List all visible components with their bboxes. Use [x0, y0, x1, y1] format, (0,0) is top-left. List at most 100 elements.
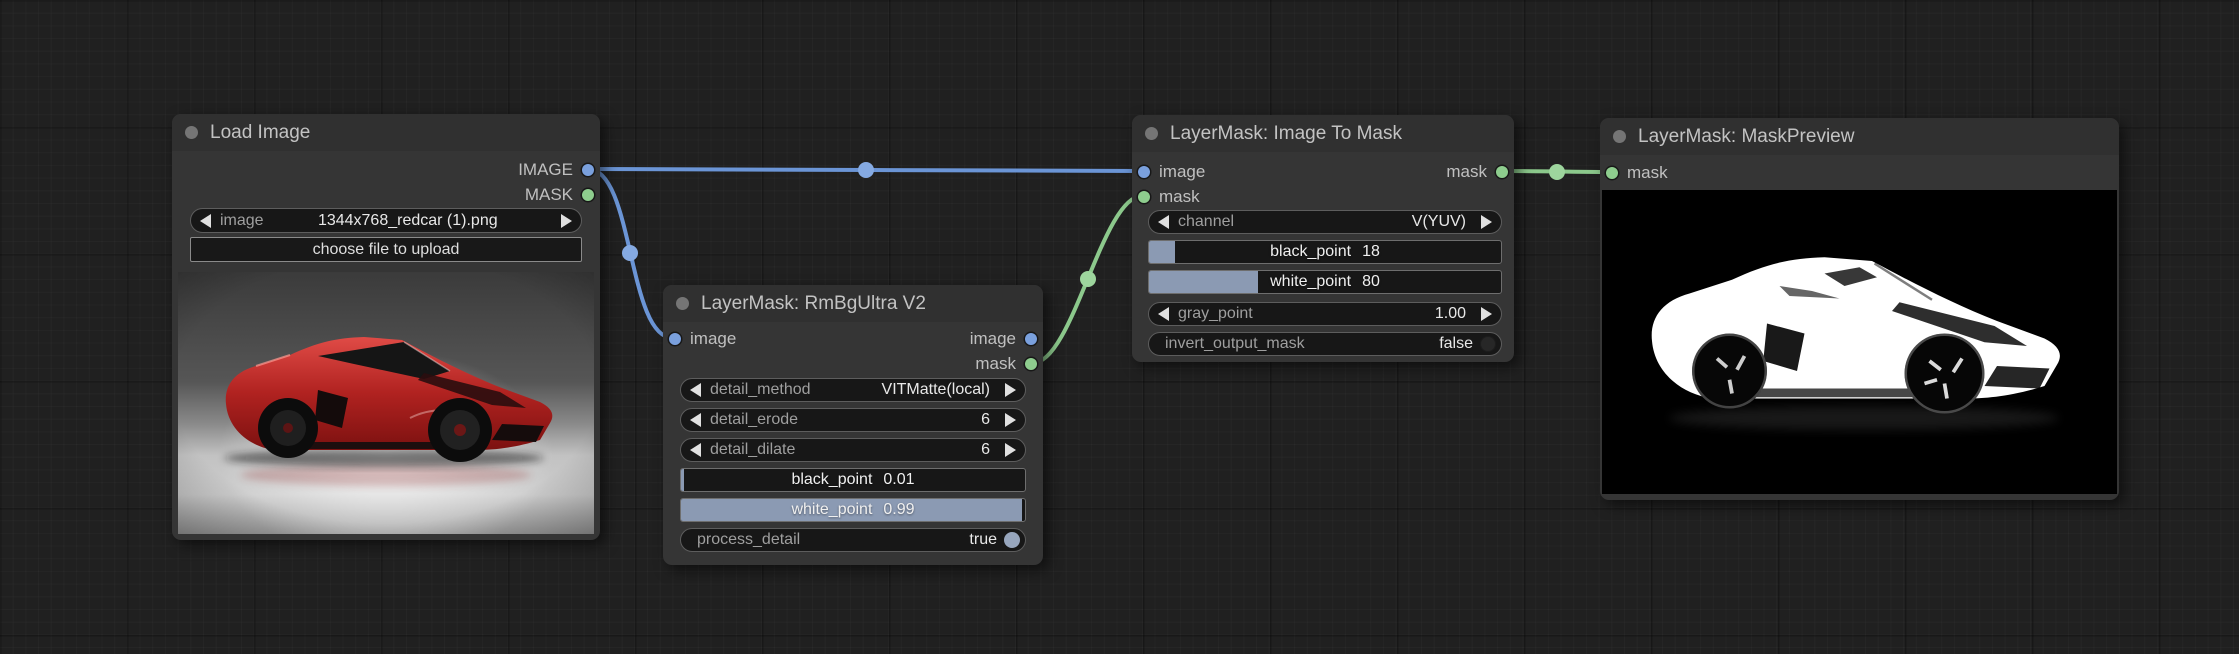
node-title: LayerMask: Image To Mask — [1170, 122, 1402, 144]
slider-label: black_point — [791, 471, 873, 488]
image-file-combo[interactable]: image 1344x768_redcar (1).png — [190, 208, 582, 233]
mask-preview-image — [1602, 190, 2117, 494]
toggle-value: true — [969, 531, 997, 548]
combo-value: VITMatte(local) — [881, 381, 990, 398]
combo-left-arrow-icon[interactable] — [1158, 307, 1169, 321]
combo-left-arrow-icon[interactable] — [690, 413, 701, 427]
collapse-dot-icon[interactable] — [1145, 127, 1158, 140]
invert-output-mask-toggle[interactable]: invert_output_mask false — [1148, 332, 1502, 356]
slot-label: mask — [975, 354, 1016, 373]
node-rmbgultra-v2[interactable]: LayerMask: RmBgUltra V2 image image mask… — [663, 285, 1043, 565]
node-title-bar[interactable]: LayerMask: RmBgUltra V2 — [663, 285, 1043, 322]
combo-label: channel — [1178, 213, 1235, 230]
combo-label: detail_dilate — [710, 441, 796, 458]
wire-mask-to-preview — [1502, 169, 1612, 174]
combo-left-arrow-icon[interactable] — [1158, 215, 1169, 229]
white-car-mask — [1602, 190, 2117, 494]
combo-right-arrow-icon[interactable] — [1005, 443, 1016, 457]
slot-label: mask — [1627, 163, 1668, 182]
combo-left-arrow-icon[interactable] — [200, 213, 211, 228]
combo-right-arrow-icon[interactable] — [1005, 383, 1016, 397]
toggle-label: process_detail — [697, 531, 801, 548]
collapse-dot-icon[interactable] — [676, 297, 689, 310]
collapse-dot-icon[interactable] — [185, 126, 198, 139]
image-input-port[interactable] — [669, 332, 681, 345]
node-load-image[interactable]: Load Image IMAGE MASK image 1344x768_red… — [172, 114, 600, 540]
slider-value: 18 — [1362, 243, 1380, 260]
node-title: LayerMask: RmBgUltra V2 — [701, 292, 926, 314]
toggle-value: false — [1439, 335, 1473, 352]
combo-label: image — [220, 211, 264, 229]
slot-label: mask — [1446, 162, 1487, 181]
white-point-slider[interactable]: white_point 80 — [1148, 270, 1502, 294]
wire-midpoint-dot — [622, 245, 638, 261]
slider-value: 80 — [1362, 273, 1380, 290]
gray-point-combo[interactable]: gray_point 1.00 — [1148, 302, 1502, 326]
combo-value: 1.00 — [1434, 305, 1466, 322]
wire-midpoint-dot — [858, 162, 874, 178]
slider-label: black_point — [1270, 243, 1352, 260]
slot-label: image — [1159, 162, 1206, 181]
channel-combo[interactable]: channel V(YUV) — [1148, 210, 1502, 234]
slider-value: 0.99 — [883, 501, 915, 518]
detail-method-combo[interactable]: detail_method VITMatte(local) — [680, 378, 1026, 402]
black-point-slider[interactable]: black_point 0.01 — [680, 468, 1026, 492]
slider-value: 0.01 — [883, 471, 915, 488]
input-slot-mask: mask — [1132, 184, 1200, 209]
mask-output-port[interactable] — [1025, 357, 1037, 370]
black-point-slider[interactable]: black_point 18 — [1148, 240, 1502, 264]
image-input-port[interactable] — [1138, 165, 1150, 178]
node-graph-canvas[interactable]: { "app": "ComfyUI node graph", "colors":… — [0, 0, 2239, 654]
slot-label: IMAGE — [518, 160, 573, 179]
image-output-port[interactable] — [1025, 332, 1037, 345]
mask-output-port[interactable] — [1496, 165, 1508, 178]
toggle-label: invert_output_mask — [1165, 335, 1305, 352]
combo-right-arrow-icon[interactable] — [560, 213, 572, 228]
combo-value: V(YUV) — [1411, 213, 1466, 230]
combo-right-arrow-icon[interactable] — [1481, 215, 1492, 229]
input-slot-image: image — [663, 326, 736, 351]
slider-label: white_point — [1270, 273, 1352, 290]
collapse-dot-icon[interactable] — [1613, 130, 1626, 143]
toggle-knob-icon[interactable] — [1480, 336, 1496, 352]
combo-value: 1344x768_redcar (1).png — [317, 211, 498, 229]
wire-rmbgmask-to-imagetomask — [1031, 194, 1144, 365]
output-slot-image: IMAGE — [518, 157, 600, 182]
node-title: Load Image — [210, 121, 311, 143]
choose-file-button[interactable]: choose file to upload — [190, 237, 582, 262]
image-output-port[interactable] — [582, 163, 594, 176]
combo-value: 6 — [981, 411, 990, 428]
loaded-image-preview — [178, 272, 594, 534]
node-title-bar[interactable]: Load Image — [172, 114, 600, 151]
combo-left-arrow-icon[interactable] — [690, 383, 701, 397]
mask-input-port[interactable] — [1606, 166, 1618, 179]
output-slot-mask: MASK — [525, 182, 600, 207]
node-mask-preview[interactable]: LayerMask: MaskPreview mask — [1600, 118, 2119, 500]
output-slot-mask: mask — [1446, 159, 1514, 184]
combo-label: gray_point — [1178, 305, 1253, 322]
toggle-knob-icon[interactable] — [1004, 532, 1020, 548]
output-slot-mask: mask — [975, 351, 1043, 376]
node-image-to-mask[interactable]: LayerMask: Image To Mask image mask mask… — [1132, 115, 1514, 362]
combo-label: detail_method — [710, 381, 811, 398]
mask-input-port[interactable] — [1138, 190, 1150, 203]
slot-label: mask — [1159, 187, 1200, 206]
mask-output-port[interactable] — [582, 188, 594, 201]
input-slot-mask: mask — [1600, 160, 1668, 185]
detail-erode-combo[interactable]: detail_erode 6 — [680, 408, 1026, 432]
combo-value: 6 — [981, 441, 990, 458]
node-title-bar[interactable]: LayerMask: MaskPreview — [1600, 118, 2119, 155]
detail-dilate-combo[interactable]: detail_dilate 6 — [680, 438, 1026, 462]
slider-label: white_point — [791, 501, 873, 518]
wire-midpoint-dot — [1080, 271, 1096, 287]
combo-left-arrow-icon[interactable] — [690, 443, 701, 457]
process-detail-toggle[interactable]: process_detail true — [680, 528, 1026, 552]
combo-right-arrow-icon[interactable] — [1005, 413, 1016, 427]
wire-image-to-imagetomask — [586, 167, 1144, 173]
node-title-bar[interactable]: LayerMask: Image To Mask — [1132, 115, 1514, 152]
input-slot-image: image — [1132, 159, 1205, 184]
red-car-photo — [178, 272, 594, 534]
wire-midpoint-dot — [1549, 164, 1565, 180]
combo-right-arrow-icon[interactable] — [1481, 307, 1492, 321]
white-point-slider[interactable]: white_point 0.99 — [680, 498, 1026, 522]
